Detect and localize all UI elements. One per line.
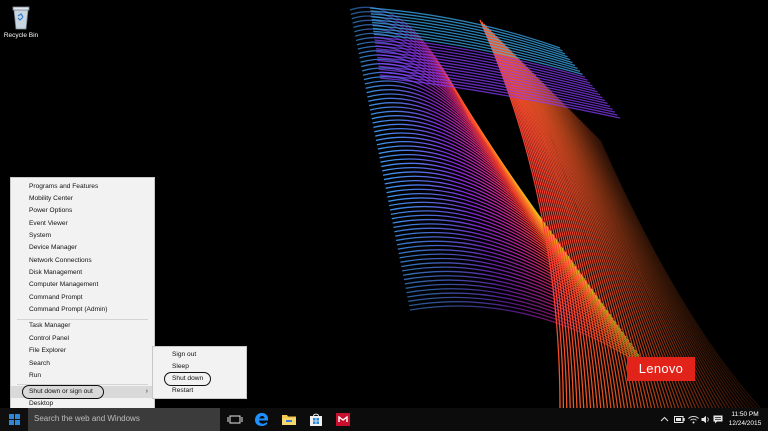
- menu-item-computer-management[interactable]: Computer Management: [11, 279, 154, 291]
- shutdown-submenu: Sign out Sleep Shut down Restart: [152, 346, 247, 399]
- menu-item-task-manager[interactable]: Task Manager: [11, 320, 154, 332]
- edge-browser-button[interactable]: [249, 408, 275, 431]
- taskbar: Search the web and Windows 11:50 PM 12/2…: [0, 408, 768, 431]
- edge-icon: [255, 413, 269, 426]
- menu-item-system[interactable]: System: [11, 230, 154, 242]
- mcafee-icon: [336, 413, 350, 426]
- store-button[interactable]: [303, 408, 329, 431]
- submenu-item-sign-out[interactable]: Sign out: [153, 349, 246, 361]
- chevron-right-icon: ›: [145, 388, 148, 395]
- clock-date: 12/24/2015: [728, 420, 762, 427]
- clock-time: 11:50 PM: [731, 411, 759, 418]
- volume-icon: [701, 415, 709, 424]
- search-box[interactable]: Search the web and Windows: [28, 408, 220, 431]
- menu-item-control-panel[interactable]: Control Panel: [11, 333, 154, 345]
- menu-item-power-options[interactable]: Power Options: [11, 205, 154, 217]
- menu-item-search[interactable]: Search: [11, 358, 154, 370]
- menu-item-network-connections[interactable]: Network Connections: [11, 255, 154, 267]
- winx-quick-link-menu: Programs and Features Mobility Center Po…: [10, 177, 155, 410]
- file-explorer-icon: [282, 415, 296, 425]
- lenovo-logo: Lenovo: [627, 357, 695, 381]
- search-placeholder: Search the web and Windows: [34, 414, 140, 423]
- annotation-circle: [164, 372, 211, 386]
- menu-item-event-viewer[interactable]: Event Viewer: [11, 218, 154, 230]
- battery-icon: [674, 416, 685, 423]
- mcafee-button[interactable]: [330, 408, 356, 431]
- windows-logo-icon: [9, 414, 20, 425]
- menu-item-mobility-center[interactable]: Mobility Center: [11, 193, 154, 205]
- annotation-circle: [22, 385, 104, 399]
- task-view-icon: [227, 415, 243, 424]
- clock[interactable]: 11:50 PM 12/24/2015: [725, 410, 765, 428]
- chevron-up-icon: [660, 416, 669, 422]
- recycle-bin-icon: [12, 6, 30, 30]
- recycle-bin-label: Recycle Bin: [3, 32, 39, 39]
- menu-item-disk-management[interactable]: Disk Management: [11, 267, 154, 279]
- feather-barbs: [349, 6, 761, 408]
- menu-item-device-manager[interactable]: Device Manager: [11, 242, 154, 254]
- store-icon: [310, 413, 322, 426]
- file-explorer-button[interactable]: [276, 408, 302, 431]
- menu-item-programs-and-features[interactable]: Programs and Features: [11, 181, 154, 193]
- submenu-item-restart[interactable]: Restart: [153, 385, 246, 397]
- task-view-button[interactable]: [222, 408, 248, 431]
- menu-item-command-prompt-admin[interactable]: Command Prompt (Admin): [11, 304, 154, 316]
- action-center-icon: [713, 415, 723, 424]
- desktop-icon-recycle-bin[interactable]: Recycle Bin: [2, 4, 40, 39]
- wifi-icon: [688, 415, 699, 424]
- menu-item-file-explorer[interactable]: File Explorer: [11, 345, 154, 357]
- menu-item-run[interactable]: Run: [11, 370, 154, 382]
- start-button[interactable]: [0, 408, 28, 431]
- menu-item-command-prompt[interactable]: Command Prompt: [11, 292, 154, 304]
